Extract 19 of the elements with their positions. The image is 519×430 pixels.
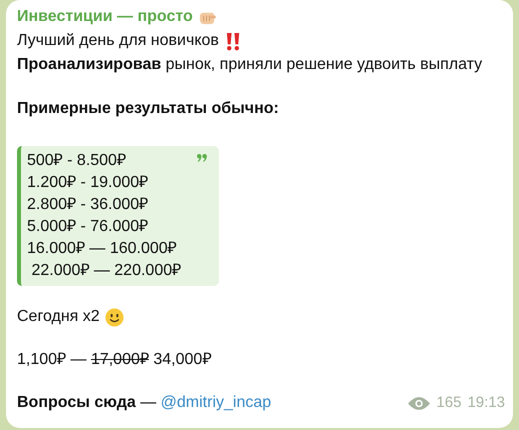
view-count: 165 bbox=[436, 393, 462, 413]
smiley-icon bbox=[104, 308, 124, 326]
message-text: Лучший день для новичков bbox=[17, 31, 219, 51]
channel-name[interactable]: Инвестиции — просто bbox=[17, 5, 193, 29]
quote-line: 500₽ - 8.500₽ bbox=[27, 151, 126, 171]
contact-text: Вопросы сюда — @dmitriy_incap bbox=[17, 393, 272, 413]
message-text: Сегодня x2 bbox=[17, 307, 100, 327]
quote-line: 2.800₽ - 36.000₽ bbox=[27, 195, 148, 215]
price-text: 1,100₽ — 17,000₽ 34,000₽ bbox=[17, 350, 212, 370]
quote-line: 5.000₽ - 76.000₽ bbox=[27, 217, 148, 237]
username-link[interactable]: @dmitriy_incap bbox=[160, 394, 272, 411]
quote-line: 1.200₽ - 19.000₽ bbox=[27, 173, 148, 193]
quote-icon bbox=[197, 154, 207, 162]
eye-icon bbox=[408, 396, 430, 410]
quote-line: 16.000₽ — 160.000₽ bbox=[27, 239, 177, 259]
message-text: Проанализировав рынок, приняли решение удвоить выплату bbox=[17, 55, 482, 75]
quote-line: 22.000₽ — 220.000₽ bbox=[30, 261, 182, 281]
section-heading: Примерные результаты обычно: bbox=[17, 99, 279, 119]
message-time: 19:13 bbox=[467, 393, 505, 413]
